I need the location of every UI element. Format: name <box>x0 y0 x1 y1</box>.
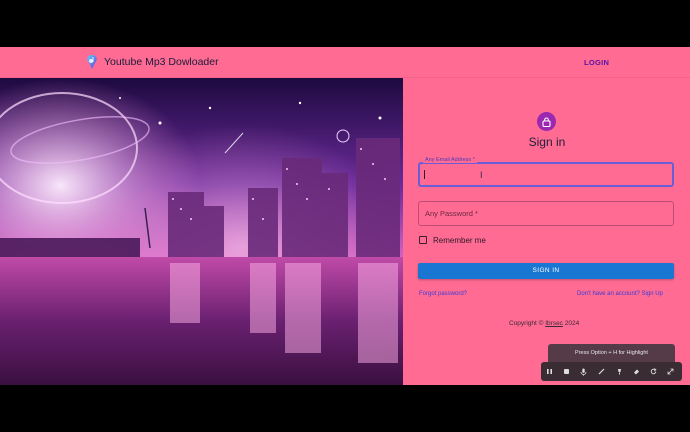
sign-up-link[interactable]: Don't have an account? Sign Up <box>577 291 663 297</box>
lock-avatar <box>537 112 556 131</box>
email-field[interactable] <box>418 162 674 187</box>
eraser-icon[interactable] <box>631 366 642 377</box>
forgot-password-link[interactable]: Forgot password? <box>419 291 467 297</box>
password-field-label: Any Password * <box>425 209 478 218</box>
music-note-logo-icon <box>87 55 97 69</box>
mic-icon[interactable] <box>578 366 589 377</box>
app-bar: Youtube Mp3 Dowloader LOGIN <box>0 47 690 78</box>
copyright-text: Copyright © Ibrsec 2024 <box>509 320 580 327</box>
city-skyline-image <box>0 78 403 385</box>
stop-icon[interactable] <box>561 366 572 377</box>
pause-icon[interactable] <box>544 366 555 377</box>
email-field-label: Any Email Address * <box>423 157 477 163</box>
hero-image <box>0 78 403 385</box>
sign-in-button[interactable]: SIGN IN <box>418 263 674 279</box>
lock-icon <box>542 116 551 127</box>
login-link[interactable]: LOGIN <box>584 58 609 67</box>
text-cursor-icon: I <box>480 170 483 180</box>
remember-me-label: Remember me <box>433 236 486 245</box>
collapse-icon[interactable] <box>665 366 676 377</box>
undo-icon[interactable] <box>648 366 659 377</box>
pen-icon[interactable] <box>596 366 607 377</box>
copyright-owner-link[interactable]: Ibrsec <box>545 320 563 327</box>
signin-title: Sign in <box>528 135 566 149</box>
remember-me-checkbox[interactable] <box>419 236 427 244</box>
app-title: Youtube Mp3 Dowloader <box>104 56 219 68</box>
recorder-hint: Press Option + H for Highlight <box>548 344 675 362</box>
highlighter-icon[interactable] <box>614 366 625 377</box>
text-caret <box>424 170 425 179</box>
